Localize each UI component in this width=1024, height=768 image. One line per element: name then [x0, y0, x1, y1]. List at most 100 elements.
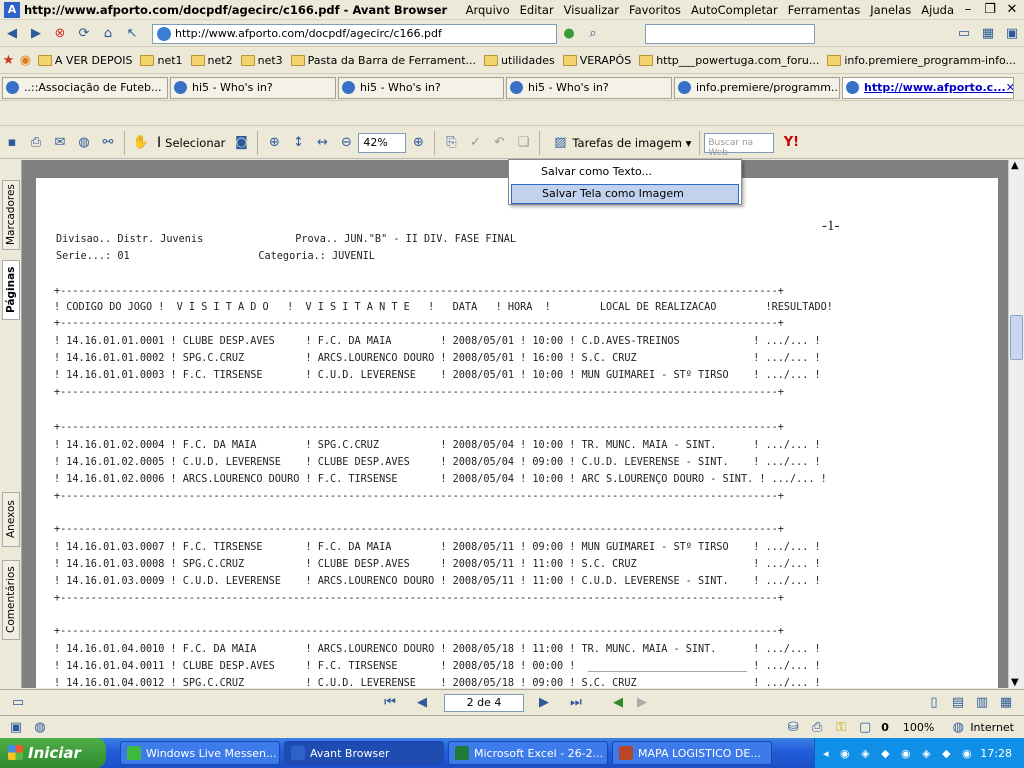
find-binoculars-icon[interactable]: ⚯: [98, 133, 118, 153]
previous-page-icon[interactable]: ◀: [412, 693, 432, 713]
bookmark-pasta-barra[interactable]: Pasta da Barra de Ferrament...: [290, 54, 476, 67]
tab-pages[interactable]: Páginas: [2, 260, 20, 320]
status-zoom[interactable]: 100%: [903, 721, 934, 734]
refresh-icon[interactable]: ⟳: [74, 24, 94, 44]
tab-associacao[interactable]: ..::Associação de Futeb...: [2, 76, 168, 99]
spellcheck-icon[interactable]: ✓: [465, 133, 485, 153]
email-icon[interactable]: ✉: [50, 133, 70, 153]
page-number-field[interactable]: 2 de 4: [444, 693, 524, 712]
zoom-field[interactable]: 42%: [358, 132, 407, 153]
tile-icon[interactable]: ▦: [978, 24, 998, 44]
menu-favoritos[interactable]: Favoritos: [629, 3, 681, 17]
zoom-out-icon[interactable]: ⊖: [336, 133, 356, 153]
menu-janelas[interactable]: Janelas: [870, 3, 911, 17]
facing-icon[interactable]: ▥: [972, 693, 992, 713]
status-page-icon: ▣: [9, 719, 23, 735]
start-button[interactable]: Iniciar: [0, 738, 106, 768]
tab-attachments[interactable]: Anexos: [2, 492, 20, 547]
address-bar[interactable]: http://www.afporto.com/docpdf/agecirc/c1…: [152, 23, 557, 44]
pdf-viewport[interactable]: -1- Divisao.. Distr. Juvenis Prova.. JUN…: [22, 160, 1008, 688]
save-icon[interactable]: ▪: [2, 133, 22, 153]
copy-icon[interactable]: ❏: [513, 133, 533, 153]
favorites-icon[interactable]: ★: [2, 51, 15, 71]
menu-ferramentas[interactable]: Ferramentas: [788, 3, 860, 17]
next-page-icon[interactable]: ▶: [534, 693, 554, 713]
cascade-icon[interactable]: ▣: [1002, 24, 1022, 44]
search-input[interactable]: [645, 23, 815, 44]
bookmark-powertuga[interactable]: http___powertuga.com_foru...: [639, 54, 819, 67]
scroll-thumb[interactable]: [1010, 315, 1023, 360]
single-page-icon[interactable]: ▯: [924, 693, 944, 713]
table-row: ! 14.16.01.02.0005 ! C.U.D. LEVERENSE ! …: [54, 457, 821, 468]
page-globe-icon: [157, 26, 171, 41]
tab-hi5-2[interactable]: hi5 - Who's in?: [338, 76, 504, 99]
yahoo-icon[interactable]: Y!: [776, 133, 806, 153]
forward-icon[interactable]: ▶: [26, 24, 46, 44]
menu-autocompletar[interactable]: AutoCompletar: [691, 3, 778, 17]
bookmark-net3[interactable]: net3: [240, 54, 283, 67]
undo-icon[interactable]: ↶: [489, 133, 509, 153]
last-page-icon[interactable]: ⏭: [566, 693, 586, 713]
continuous-icon[interactable]: ▤: [948, 693, 968, 713]
zoom-in-icon[interactable]: ⊕: [408, 133, 428, 153]
restore-icon[interactable]: ❐: [982, 2, 998, 18]
bookmark-label: net3: [257, 54, 283, 67]
hand-tool-icon[interactable]: ✋: [131, 133, 151, 153]
cursor-icon[interactable]: ↖: [122, 24, 142, 44]
select-tool-button[interactable]: I Selecionar: [153, 130, 229, 156]
bookmark-verapos[interactable]: VERAPÓS: [562, 54, 631, 67]
search-icon[interactable]: ⌕: [583, 24, 603, 44]
bookmark-utilidades[interactable]: utilidades: [484, 54, 555, 67]
rss-icon[interactable]: ◉: [19, 51, 32, 71]
menu-visualizar[interactable]: Visualizar: [564, 3, 619, 17]
scroll-up-icon[interactable]: ▲: [1011, 160, 1019, 171]
close-icon[interactable]: ✕: [1004, 2, 1020, 18]
fit-width-icon[interactable]: ↔: [312, 133, 332, 153]
task-mapa-logistico[interactable]: MAPA LOGISTICO DE...: [612, 741, 772, 765]
home-icon[interactable]: ⌂: [98, 24, 118, 44]
popup-blocker-icon[interactable]: ▢: [855, 717, 875, 737]
tab-comments[interactable]: Comentários: [2, 560, 20, 640]
task-avant-browser[interactable]: Avant Browser: [284, 741, 444, 765]
new-page-icon[interactable]: ▭: [954, 24, 974, 44]
tab-hi5-1[interactable]: hi5 - Who's in?: [170, 76, 336, 99]
menu-item-save-as-text[interactable]: Salvar como Texto...: [511, 162, 739, 182]
first-page-icon[interactable]: ⏮: [380, 693, 400, 713]
tab-afporto[interactable]: http://www.afporto.c...✕: [842, 76, 1014, 99]
bookmark-label: info.premiere_programm-info...: [844, 54, 1016, 67]
zoom-tool-icon[interactable]: ⊕: [264, 133, 284, 153]
print-icon[interactable]: ⎙: [26, 133, 46, 153]
task-excel[interactable]: Microsoft Excel - 26-2...: [448, 741, 608, 765]
image-tasks-button[interactable]: ▨ Tarefas de imagem ▾: [544, 130, 695, 156]
fit-height-icon[interactable]: ↕: [288, 133, 308, 153]
tray-icons[interactable]: ◂ ◉ ◈ ◆ ◉ ◈ ◆ ◉: [823, 747, 976, 760]
tab-info-premiere[interactable]: info.premiere/programm...: [674, 76, 840, 99]
task-messenger[interactable]: Windows Live Messen...: [120, 741, 280, 765]
tab-hi5-3[interactable]: hi5 - Who's in?: [506, 76, 672, 99]
previous-view-icon[interactable]: ◀: [608, 693, 628, 713]
tab-bookmarks[interactable]: Marcadores: [2, 180, 20, 250]
bookmark-net1[interactable]: net1: [140, 54, 183, 67]
bookmark-net2[interactable]: net2: [190, 54, 233, 67]
next-view-icon[interactable]: ▶: [632, 693, 652, 713]
menu-arquivo[interactable]: Arquivo: [466, 3, 510, 17]
bookmark-a-ver-depois[interactable]: A VER DEPOIS: [37, 54, 132, 67]
save-as-icon[interactable]: ⎘: [441, 133, 461, 153]
menu-ajuda[interactable]: Ajuda: [921, 3, 954, 17]
back-icon[interactable]: ◀: [2, 24, 22, 44]
scroll-down-icon[interactable]: ▼: [1011, 677, 1019, 688]
web-icon[interactable]: ◍: [74, 133, 94, 153]
bookmark-info-premiere[interactable]: info.premiere_programm-info...: [827, 54, 1016, 67]
panel-toggle-icon[interactable]: ▭: [8, 693, 28, 713]
continuous-facing-icon[interactable]: ▦: [996, 693, 1016, 713]
menu-item-save-screen-as-image[interactable]: Salvar Tela como Imagem: [511, 184, 739, 204]
snapshot-icon[interactable]: ◙: [231, 133, 251, 153]
table-rule: +---------------------------------------…: [54, 524, 784, 535]
go-icon[interactable]: ●: [559, 24, 579, 44]
vertical-scrollbar[interactable]: ▲ ▼: [1008, 160, 1024, 688]
stop-icon[interactable]: ⊗: [50, 24, 70, 44]
web-search-input[interactable]: Buscar na Web: [704, 132, 775, 158]
close-tab-icon[interactable]: ✕: [1006, 81, 1013, 94]
minimize-icon[interactable]: –: [960, 2, 976, 18]
menu-editar[interactable]: Editar: [520, 3, 554, 17]
